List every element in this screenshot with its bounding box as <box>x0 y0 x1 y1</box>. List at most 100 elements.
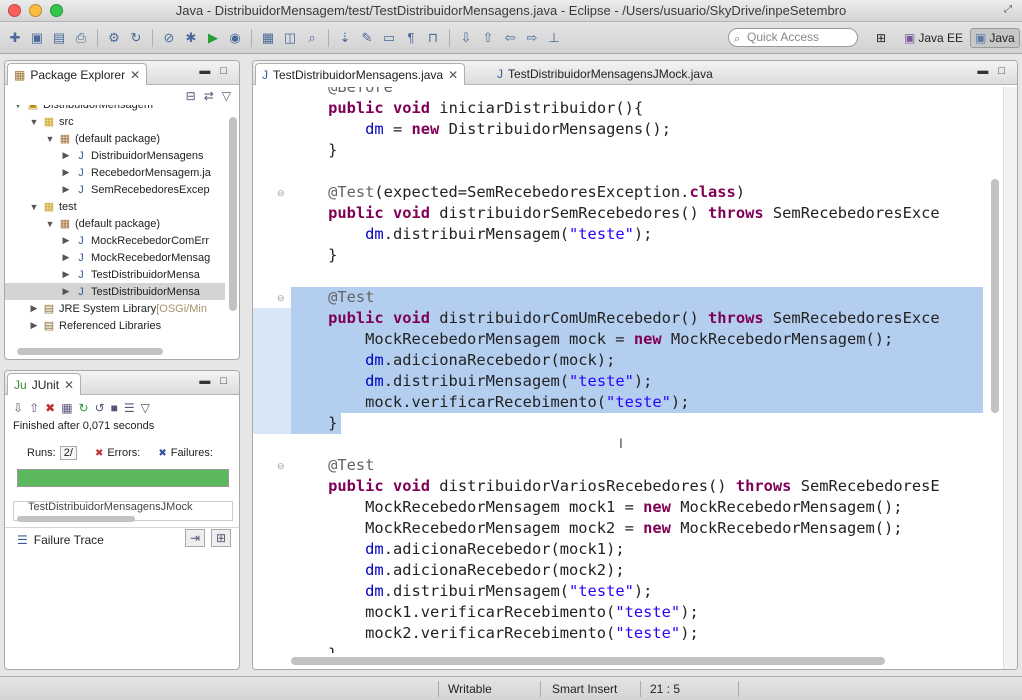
save-all-icon[interactable]: ▤ <box>50 29 68 47</box>
collapsed-arrow-icon[interactable]: ▶ <box>61 235 71 246</box>
tab-test-distribuidor-jmock[interactable]: J TestDistribuidorMensagensJMock.java <box>491 63 719 85</box>
expanded-arrow-icon[interactable]: ▼ <box>13 105 23 110</box>
code-line[interactable]: dm.adicionaRecebedor(mock1); <box>291 539 983 560</box>
link-editor-icon[interactable]: ⇄ <box>204 89 214 103</box>
code-line[interactable]: dm.adicionaRecebedor(mock2); <box>291 560 983 581</box>
code-line[interactable]: mock1.verificarRecebimento("teste"); <box>291 602 983 623</box>
coverage-icon[interactable]: ◉ <box>226 29 244 47</box>
code-line[interactable]: dm.distribuirMensagem("teste"); <box>291 581 983 602</box>
quick-access-input[interactable]: ⌕ Quick Access <box>728 28 858 47</box>
maximize-icon[interactable]: □ <box>998 65 1005 77</box>
show-failures-only-icon[interactable]: ✖ <box>45 401 55 415</box>
code-line[interactable]: MockRecebedorMensagem mock2 = new MockRe… <box>291 518 983 539</box>
tree-item[interactable]: ▶ J TestDistribuidorMensa <box>5 283 225 300</box>
code-line[interactable]: MockRecebedorMensagem mock = new MockRec… <box>291 329 983 350</box>
code-line[interactable] <box>291 434 983 455</box>
code-line[interactable]: public void iniciarDistribuidor(){ <box>291 98 983 119</box>
collapsed-arrow-icon[interactable]: ▶ <box>61 184 71 195</box>
fullscreen-icon[interactable]: ⤢ <box>1004 4 1016 16</box>
back-icon[interactable]: ⇦ <box>501 29 519 47</box>
tree-item[interactable]: ▶ ▤ Referenced Libraries <box>5 317 225 334</box>
next-failure-icon[interactable]: ⇩ <box>13 401 23 415</box>
collapsed-arrow-icon[interactable]: ▶ <box>61 286 71 297</box>
code-line[interactable]: dm = new DistribuidorMensagens(); <box>291 119 983 140</box>
code-line[interactable]: MockRecebedorMensagem mock1 = new MockRe… <box>291 497 983 518</box>
tree-item[interactable]: ▼ ▦ src <box>5 113 225 130</box>
code-line[interactable]: public void distribuidorVariosRecebedore… <box>291 476 983 497</box>
build-icon[interactable]: ⚙ <box>105 29 123 47</box>
code-line[interactable]: @Test <box>291 455 983 476</box>
refresh-icon[interactable]: ↻ <box>127 29 145 47</box>
pin-editor-icon[interactable]: ⊓ <box>424 29 442 47</box>
view-menu-icon[interactable]: ▽ <box>222 89 231 103</box>
expanded-arrow-icon[interactable]: ▼ <box>45 134 55 144</box>
code-line[interactable]: public void distribuidorComUmRecebedor()… <box>291 308 983 329</box>
open-type-icon[interactable]: ◫ <box>281 29 299 47</box>
expanded-arrow-icon[interactable]: ▼ <box>45 219 55 229</box>
maximize-icon[interactable]: □ <box>220 65 227 77</box>
print-icon[interactable]: ⎙ <box>72 29 90 47</box>
collapsed-arrow-icon[interactable]: ▶ <box>61 269 71 280</box>
forward-icon[interactable]: ⇨ <box>523 29 541 47</box>
stop-icon[interactable]: ■ <box>111 401 118 415</box>
new-icon[interactable]: ✚ <box>6 29 24 47</box>
collapsed-arrow-icon[interactable]: ▶ <box>29 320 39 331</box>
code-line[interactable]: @Test(expected=SemRecebedoresException.c… <box>291 182 983 203</box>
skip-breakpoints-icon[interactable]: ⊘ <box>160 29 178 47</box>
save-icon[interactable]: ▣ <box>28 29 46 47</box>
tree-item[interactable]: ▶ J RecebedorMensagem.ja <box>5 164 225 181</box>
prev-edit-icon[interactable]: ⇧ <box>479 29 497 47</box>
history-icon[interactable]: ☰ <box>124 401 135 415</box>
minimize-icon[interactable]: ▬ <box>977 65 988 77</box>
last-edit-icon[interactable]: ⊥ <box>545 29 563 47</box>
code-line[interactable]: } <box>291 413 983 434</box>
next-annotation-icon[interactable]: ⇣ <box>336 29 354 47</box>
tree-item[interactable]: ▶ J MockRecebedorComErr <box>5 232 225 249</box>
tab-package-explorer[interactable]: ▦ Package Explorer ✕ <box>7 63 148 85</box>
collapsed-arrow-icon[interactable]: ▶ <box>29 303 39 314</box>
code-line[interactable]: mock.verificarRecebimento("teste"); <box>291 392 983 413</box>
code-line[interactable]: } <box>291 644 983 653</box>
view-menu-icon[interactable]: ▽ <box>141 401 150 415</box>
scroll-lock-icon[interactable]: ▦ <box>61 401 72 415</box>
code-line[interactable] <box>291 266 983 287</box>
horizontal-scrollbar[interactable] <box>17 348 163 355</box>
filter-stack-icon[interactable]: ⇥ <box>185 529 205 547</box>
fold-icon[interactable]: ⊖ <box>277 461 285 472</box>
next-edit-icon[interactable]: ⇩ <box>457 29 475 47</box>
tree-item[interactable]: ▶ J DistribuidorMensagens <box>5 147 225 164</box>
code-line[interactable]: } <box>291 140 983 161</box>
vertical-scrollbar[interactable] <box>229 117 237 311</box>
collapse-all-icon[interactable]: ⊟ <box>186 89 196 103</box>
search-icon[interactable]: ⌕ <box>303 29 321 47</box>
tree-item[interactable]: ▶ J SemRecebedoresExcep <box>5 181 225 198</box>
horizontal-scrollbar[interactable] <box>17 516 135 522</box>
tree-item[interactable]: ▶ J MockRecebedorMensag <box>5 249 225 266</box>
tree-item[interactable]: ▼ ▦ (default package) <box>5 130 225 147</box>
horizontal-scrollbar[interactable] <box>291 657 885 665</box>
perspective-java[interactable]: ▣ Java <box>970 28 1020 48</box>
expanded-arrow-icon[interactable]: ▼ <box>29 202 39 212</box>
perspective-java-ee[interactable]: ▣ Java EE <box>904 28 963 48</box>
code-line[interactable]: mock2.verificarRecebimento("teste"); <box>291 623 983 644</box>
tab-test-distribuidor[interactable]: J TestDistribuidorMensagens.java ✕ <box>255 63 466 85</box>
collapsed-arrow-icon[interactable]: ▶ <box>61 167 71 178</box>
collapsed-arrow-icon[interactable]: ▶ <box>61 252 71 263</box>
fold-icon[interactable]: ⊖ <box>277 188 285 199</box>
test-item[interactable]: TestDistribuidorMensagensJMock <box>28 502 192 513</box>
open-perspective-button[interactable]: ⊞ <box>876 28 898 48</box>
prev-failure-icon[interactable]: ⇧ <box>29 401 39 415</box>
code-line[interactable]: @Test <box>291 287 983 308</box>
tree-item[interactable]: ▶ ▤ JRE System Library [OSGi/Min <box>5 300 225 317</box>
code-line[interactable]: } <box>291 245 983 266</box>
block-select-icon[interactable]: ▭ <box>380 29 398 47</box>
code-text[interactable]: @Before public void iniciarDistribuidor(… <box>291 87 983 653</box>
fold-icon[interactable]: ⊖ <box>277 293 285 304</box>
expanded-arrow-icon[interactable]: ▼ <box>29 117 39 127</box>
tab-junit[interactable]: Ju JUnit ✕ <box>7 373 82 395</box>
tree-item[interactable]: ▼ ▦ test <box>5 198 225 215</box>
rerun-icon[interactable]: ↻ <box>79 401 89 415</box>
compare-icon[interactable]: ⊞ <box>211 529 231 547</box>
mark-occurrences-icon[interactable]: ✎ <box>358 29 376 47</box>
collapsed-arrow-icon[interactable]: ▶ <box>61 150 71 161</box>
